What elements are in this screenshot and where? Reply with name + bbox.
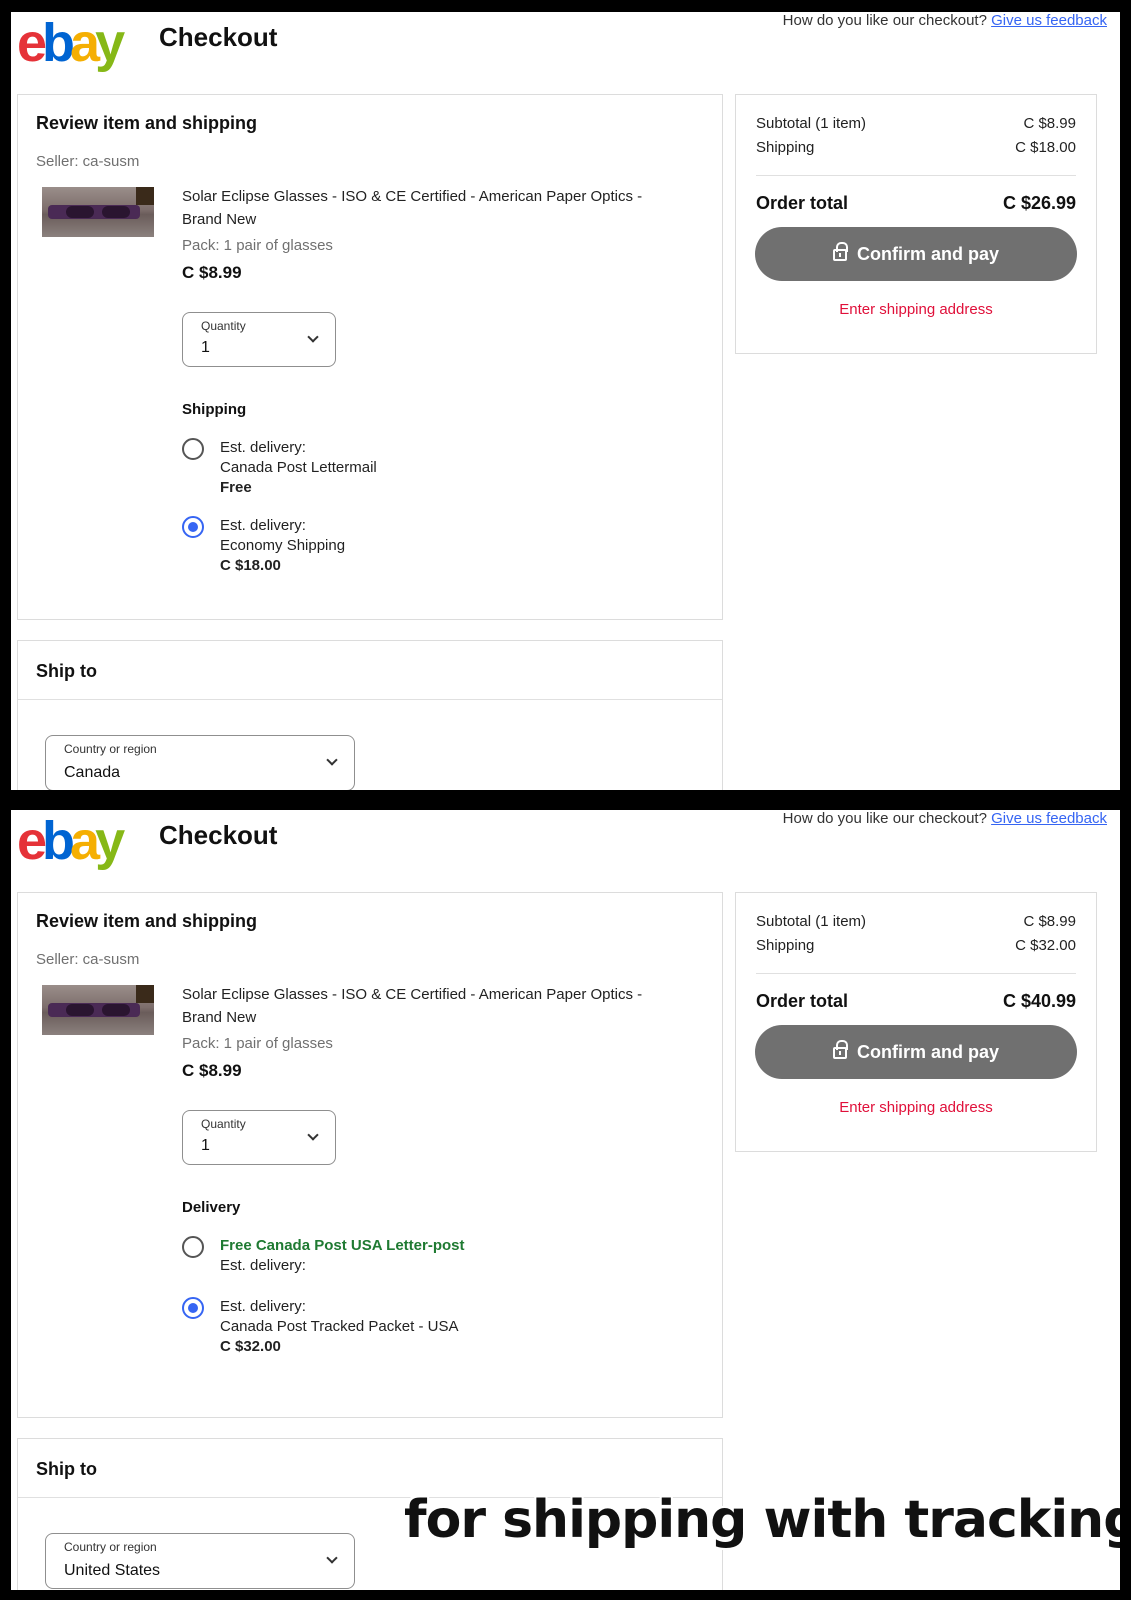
review-title: Review item and shipping — [36, 113, 258, 133]
order-total-row: Order total C $40.99 — [756, 991, 1076, 1012]
confirm-and-pay-label: Confirm and pay — [856, 1042, 999, 1062]
feedback-prompt: How do you like our checkout? Give us fe… — [783, 810, 1107, 827]
lock-icon — [832, 242, 848, 261]
lock-icon — [832, 1040, 848, 1059]
shipping-label: Shipping — [756, 139, 815, 156]
option-line-2: Canada Post Tracked Packet - USA — [220, 1318, 459, 1335]
option-line-1: Est. delivery: — [220, 439, 306, 456]
option-line-2: Economy Shipping — [220, 537, 346, 554]
quantity-value: 1 — [201, 1137, 210, 1154]
country-select[interactable]: Country or region Canada — [45, 735, 355, 790]
divider — [756, 973, 1076, 974]
feedback-link[interactable]: Give us feedback — [991, 810, 1107, 827]
header: ebay Checkout How do you like our checko… — [17, 12, 1107, 82]
shipping-label: Shipping — [756, 937, 815, 954]
chevron-down-icon — [307, 331, 319, 343]
seller-name: Seller: ca-susm — [36, 153, 140, 170]
radio-button-selected[interactable] — [182, 1297, 204, 1319]
country-value: Canada — [64, 764, 121, 781]
subtotal-value: C $8.99 — [1023, 115, 1076, 132]
subtotal-row: Subtotal (1 item) C $8.99 — [756, 913, 1076, 930]
shipping-row: Shipping C $32.00 — [756, 937, 1076, 954]
shipping-address-warning: Enter shipping address — [839, 301, 993, 318]
review-item-card: Review item and shipping Seller: ca-susm… — [17, 892, 723, 1418]
item-thumbnail[interactable] — [42, 985, 154, 1035]
seller-name: Seller: ca-susm — [36, 951, 140, 968]
page-title: Checkout — [159, 22, 278, 52]
divider — [18, 699, 722, 700]
page-title: Checkout — [159, 820, 278, 850]
item-variant: Pack: 1 pair of glasses — [182, 1035, 333, 1052]
order-total-row: Order total C $26.99 — [756, 193, 1076, 214]
delivery-heading: Delivery — [182, 1199, 241, 1216]
shipping-value: C $18.00 — [1015, 139, 1076, 156]
option-price: C $18.00 — [220, 557, 281, 574]
country-label: Country or region — [64, 1540, 157, 1554]
ship-to-title: Ship to — [36, 1459, 97, 1479]
header: ebay Checkout How do you like our checko… — [17, 810, 1107, 880]
confirm-and-pay-button[interactable]: Confirm and pay — [755, 1025, 1077, 1079]
country-select[interactable]: Country or region United States — [45, 1533, 355, 1589]
quantity-select[interactable]: Quantity 1 — [182, 1110, 336, 1165]
shipping-address-warning: Enter shipping address — [839, 1099, 993, 1116]
subtotal-value: C $8.99 — [1023, 913, 1076, 930]
radio-button[interactable] — [182, 1236, 204, 1258]
order-summary-card: Subtotal (1 item) C $8.99 Shipping C $32.0… — [735, 892, 1097, 1152]
feedback-prompt: How do you like our checkout? Give us fe… — [783, 12, 1107, 29]
option-line-1: Est. delivery: — [220, 1298, 306, 1315]
option-price: Free — [220, 479, 252, 496]
order-total-label: Order total — [756, 193, 849, 213]
confirm-and-pay-label: Confirm and pay — [856, 244, 999, 264]
quantity-value: 1 — [201, 339, 210, 356]
quantity-select[interactable]: Quantity 1 — [182, 312, 336, 367]
item-title[interactable]: Solar Eclipse Glasses - ISO & CE Certifi… — [182, 185, 682, 231]
divider — [756, 175, 1076, 176]
review-title: Review item and shipping — [36, 911, 258, 931]
meme-caption: for shipping with tracking — [404, 1490, 1120, 1550]
item-thumbnail[interactable] — [42, 187, 154, 237]
radio-button[interactable] — [182, 438, 204, 460]
option-line-2: Est. delivery: — [220, 1257, 306, 1274]
order-total-value: C $40.99 — [1002, 991, 1076, 1011]
item-price: C $8.99 — [182, 1061, 242, 1080]
item-price: C $8.99 — [182, 263, 242, 282]
ebay-logo[interactable]: ebay — [17, 14, 125, 72]
radio-button-selected[interactable] — [182, 516, 204, 538]
shipping-heading: Shipping — [182, 401, 247, 418]
subtotal-label: Subtotal (1 item) — [756, 913, 867, 930]
option-price: C $32.00 — [220, 1338, 281, 1355]
subtotal-row: Subtotal (1 item) C $8.99 — [756, 115, 1076, 132]
chevron-down-icon — [307, 1129, 319, 1141]
quantity-label: Quantity — [201, 1117, 246, 1131]
shipping-row: Shipping C $18.00 — [756, 139, 1076, 156]
feedback-prompt-text: How do you like our checkout? — [782, 810, 987, 827]
ship-to-title: Ship to — [36, 661, 97, 681]
option-line-1: Est. delivery: — [220, 517, 306, 534]
ship-to-card: Ship to Country or region Canada — [17, 640, 723, 790]
subtotal-label: Subtotal (1 item) — [756, 115, 867, 132]
order-total-label: Order total — [756, 991, 849, 1011]
chevron-down-icon — [326, 754, 338, 766]
option-line-1: Free Canada Post USA Letter-post — [220, 1237, 465, 1254]
feedback-link[interactable]: Give us feedback — [991, 12, 1107, 29]
ebay-logo[interactable]: ebay — [17, 812, 125, 870]
chevron-down-icon — [326, 1552, 338, 1564]
order-total-value: C $26.99 — [1002, 193, 1076, 213]
feedback-prompt-text: How do you like our checkout? — [782, 12, 987, 29]
quantity-label: Quantity — [201, 319, 246, 333]
item-title[interactable]: Solar Eclipse Glasses - ISO & CE Certifi… — [182, 983, 682, 1029]
country-label: Country or region — [64, 742, 157, 756]
review-item-card: Review item and shipping Seller: ca-susm… — [17, 94, 723, 620]
order-summary-card: Subtotal (1 item) C $8.99 Shipping C $18.0… — [735, 94, 1097, 354]
item-variant: Pack: 1 pair of glasses — [182, 237, 333, 254]
confirm-and-pay-button[interactable]: Confirm and pay — [755, 227, 1077, 281]
shipping-value: C $32.00 — [1015, 937, 1076, 954]
option-line-2: Canada Post Lettermail — [220, 459, 377, 476]
country-value: United States — [64, 1562, 161, 1579]
checkout-screen-usa: ebay Checkout How do you like our checko… — [11, 810, 1120, 1590]
checkout-screen-canada: ebay Checkout How do you like our checko… — [11, 12, 1120, 790]
